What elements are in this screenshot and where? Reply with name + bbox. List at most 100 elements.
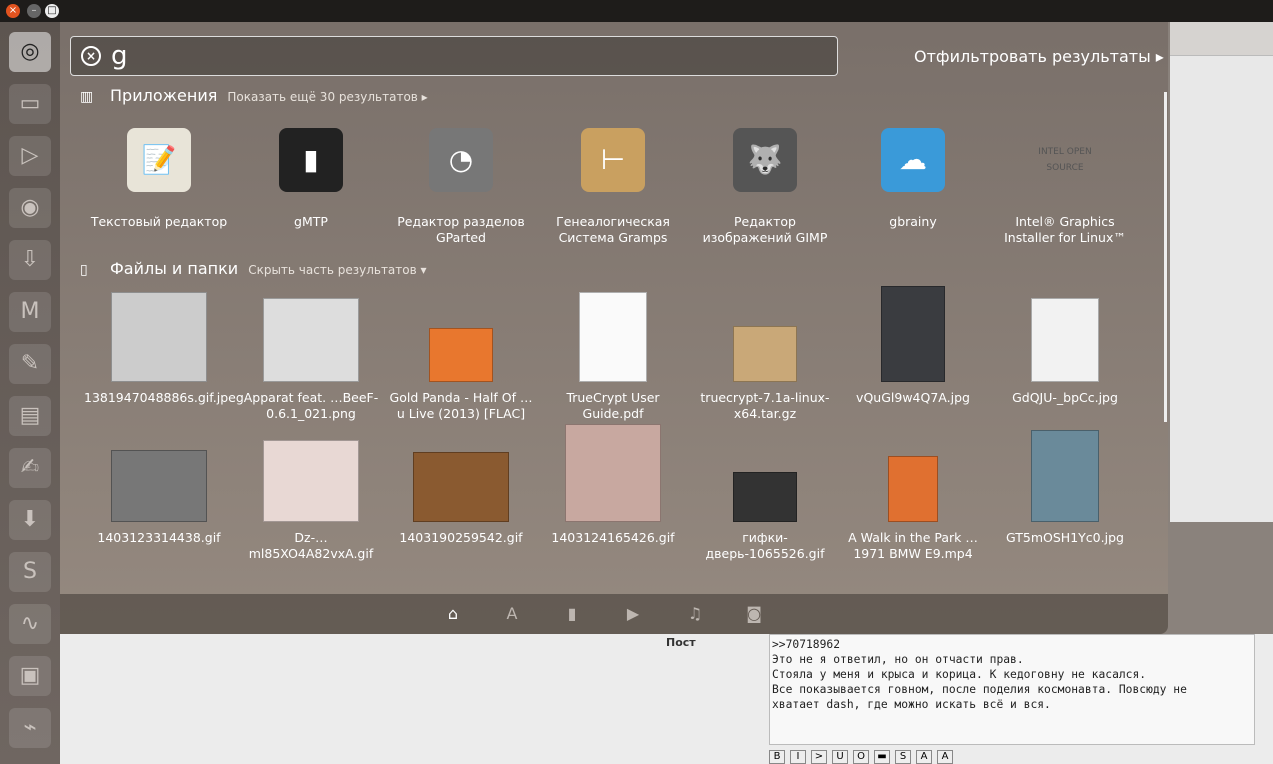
file-thumbnail (429, 328, 493, 382)
format-button[interactable]: U (832, 750, 848, 764)
file-thumbnail (111, 450, 207, 522)
app-icon: ☁ (881, 128, 945, 192)
file-result[interactable]: 1403123314438.gif (84, 422, 234, 546)
music-lens-icon[interactable]: ♫ (685, 604, 705, 624)
firefox-icon[interactable]: ◉ (9, 188, 51, 228)
minimize-window-button[interactable]: – (27, 4, 41, 18)
scrollbar[interactable] (1164, 92, 1167, 422)
file-result[interactable]: A Walk in the Park … 1971 BMW E9.mp4 (838, 422, 988, 562)
file-result[interactable]: GT5mOSH1Yc0.jpg (990, 422, 1140, 546)
close-window-button[interactable]: × (6, 4, 20, 18)
app-label: Текстовый редактор (90, 214, 228, 229)
file-result[interactable]: 1403190259542.gif (386, 422, 536, 546)
file-thumbnail (263, 298, 359, 382)
search-box[interactable]: × (70, 36, 838, 76)
background-web-page: Пост >>70718962 Это не я ответил, но он … (60, 634, 1273, 764)
system-monitor-icon[interactable]: ∿ (9, 604, 51, 644)
file-label: truecrypt-7.1a-linux-x64.tar.gz (700, 390, 830, 421)
apps-lens-icon[interactable]: A (502, 604, 522, 624)
file-label: гифки-дверь-1065526.gif (705, 530, 825, 561)
apps-category-header: ▥ Приложения Показать ещё 30 результатов… (80, 86, 428, 105)
app-icon: ▮ (279, 128, 343, 192)
file-thumbnail (579, 292, 647, 382)
format-toolbar: B I > U O ▬ S A A (769, 750, 953, 764)
app-result[interactable]: ☁ gbrainy (838, 128, 988, 230)
file-thumbnail (733, 472, 797, 522)
file-label: Dz-…ml85XO4A82vxA.gif (248, 530, 374, 561)
file-thumbnail (565, 424, 661, 522)
file-result[interactable]: Apparat feat. …BeeF-0.6.1_021.png (236, 282, 386, 422)
file-thumbnail (1031, 298, 1099, 382)
app-result[interactable]: ▮ gMTP (236, 128, 386, 230)
file-result[interactable]: Gold Panda - Half Of …u Live (2013) [FLA… (386, 282, 536, 422)
text-editor-icon[interactable]: ✍ (9, 448, 51, 488)
app-icon: 🐺 (733, 128, 797, 192)
skype-icon[interactable]: S (9, 552, 51, 592)
file-thumbnail (881, 286, 945, 382)
file-result[interactable]: 1381947048886s.gif.jpeg (84, 282, 244, 406)
app-result[interactable]: 📝 Текстовый редактор (84, 128, 234, 230)
app-label: gbrainy (889, 214, 937, 229)
app-label: gMTP (294, 214, 328, 229)
file-label: Apparat feat. …BeeF-0.6.1_021.png (243, 390, 379, 421)
launcher: ◎ ▭ ▷ ◉ ⇩ M ✎ ▤ ✍ ⬇ S ∿ ▣ ⌁ (0, 22, 60, 764)
format-button[interactable]: A (916, 750, 932, 764)
file-thumbnail (413, 452, 509, 522)
app-label: Редактор разделов GParted (397, 214, 525, 245)
file-thumbnail (1031, 430, 1099, 522)
video-lens-icon[interactable]: ▶ (623, 604, 643, 624)
file-label: GT5mOSH1Yc0.jpg (1006, 530, 1124, 545)
post-label: Пост (666, 636, 696, 649)
tux-app-icon[interactable]: M (9, 292, 51, 332)
installer-icon[interactable]: ⇩ (9, 240, 51, 280)
files-category-header: ▯ Файлы и папки Скрыть часть результатов… (80, 259, 427, 278)
file-result[interactable]: TrueCrypt User Guide.pdf (538, 282, 688, 422)
image-viewer-icon[interactable]: ▣ (9, 656, 51, 696)
format-button[interactable]: B (769, 750, 785, 764)
file-result[interactable]: GdQJU-_bpCc.jpg (990, 282, 1140, 406)
hide-results-link[interactable]: Скрыть часть результатов ▾ (248, 263, 426, 277)
photo-lens-icon[interactable]: ◙ (744, 604, 764, 624)
file-result[interactable]: гифки-дверь-1065526.gif (690, 422, 840, 562)
app-result[interactable]: ⊢ Генеалогическая Система Gramps (538, 128, 688, 246)
background-window (1170, 22, 1273, 522)
file-label: A Walk in the Park … 1971 BMW E9.mp4 (848, 530, 978, 561)
activity-monitor-icon[interactable]: ⌁ (9, 708, 51, 748)
app-icon: ◔ (429, 128, 493, 192)
file-label: 1381947048886s.gif.jpeg (84, 390, 244, 405)
app-result[interactable]: INTEL OPEN SOURCE Intel® Graphics Install… (990, 128, 1140, 246)
file-result[interactable]: 1403124165426.gif (538, 422, 688, 546)
format-button[interactable]: > (811, 750, 827, 764)
writer-icon[interactable]: ▤ (9, 396, 51, 436)
app-icon: 📝 (127, 128, 191, 192)
format-button[interactable]: S (895, 750, 911, 764)
file-cabinet-icon[interactable]: ▭ (9, 84, 51, 124)
file-result[interactable]: Dz-…ml85XO4A82vxA.gif (236, 422, 386, 562)
search-input[interactable] (111, 41, 811, 71)
maximize-window-button[interactable]: □ (45, 4, 59, 18)
files-lens-icon[interactable]: ▮ (562, 604, 582, 624)
format-button[interactable]: I (790, 750, 806, 764)
apps-category-icon: ▥ (80, 89, 94, 105)
download-icon[interactable]: ⬇ (9, 500, 51, 540)
clear-search-icon[interactable]: × (81, 46, 101, 66)
edit-app-icon[interactable]: ✎ (9, 344, 51, 384)
home-lens-icon[interactable]: ⌂ (443, 604, 463, 624)
post-textarea[interactable]: >>70718962 Это не я ответил, но он отчас… (769, 634, 1255, 745)
apps-category-title: Приложения (110, 86, 218, 105)
file-result[interactable]: vQuGl9w4Q7A.jpg (838, 282, 988, 406)
media-player-icon[interactable]: ▷ (9, 136, 51, 176)
app-label: Intel® Graphics Installer for Linux™ (1004, 214, 1126, 245)
format-button[interactable]: A (937, 750, 953, 764)
app-icon: INTEL OPEN SOURCE (1038, 147, 1092, 173)
file-result[interactable]: truecrypt-7.1a-linux-x64.tar.gz (690, 282, 840, 422)
filter-results-button[interactable]: Отфильтровать результаты ▸ (914, 47, 1164, 66)
app-result[interactable]: 🐺 Редактор изображений GIMP (690, 128, 840, 246)
lens-bar: ⌂ A ▮ ▶ ♫ ◙ (60, 594, 1168, 634)
app-result[interactable]: ◔ Редактор разделов GParted (386, 128, 536, 246)
format-button[interactable]: ▬ (874, 750, 890, 764)
file-label: 1403190259542.gif (399, 530, 523, 545)
ubuntu-dash-icon[interactable]: ◎ (9, 32, 51, 72)
format-button[interactable]: O (853, 750, 869, 764)
show-more-apps-link[interactable]: Показать ещё 30 результатов ▸ (227, 90, 427, 104)
